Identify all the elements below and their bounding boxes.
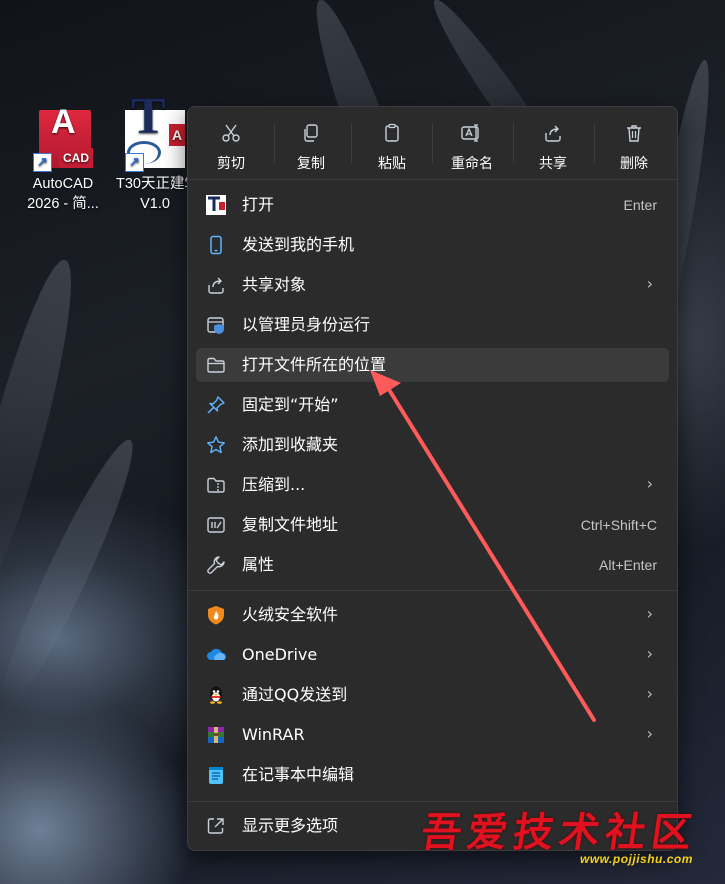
menu-divider: [188, 179, 677, 180]
rename-button[interactable]: 重命名: [435, 119, 509, 173]
menu-item-edit-in-notepad[interactable]: 在记事本中编辑: [196, 758, 669, 792]
toolbar-separator: [432, 123, 433, 163]
zip-folder-icon: [206, 475, 226, 495]
menu-item-huorong[interactable]: 火绒安全软件 ›: [196, 598, 669, 632]
copy-label: 复制: [297, 156, 325, 172]
t30-app-icon: TA ↗: [125, 91, 185, 172]
menu-item-run-as-admin[interactable]: 以管理员身份运行: [196, 308, 669, 342]
menu-item-label: 添加到收藏夹: [242, 435, 339, 454]
folder-icon: [206, 355, 226, 375]
autocad-app-icon: A CAD ↗: [33, 105, 93, 172]
menu-item-compress-to[interactable]: 压缩到... ›: [196, 468, 669, 502]
phone-icon: [206, 235, 226, 255]
watermark-url: www.pojjishu.com: [580, 852, 693, 866]
context-menu: 剪切 复制 粘贴 重命名 共享 删除 打开 Enter 发送到我的手机 共享对象…: [187, 106, 678, 851]
share-button[interactable]: 共享: [516, 119, 590, 173]
menu-item-label: 显示更多选项: [242, 816, 339, 835]
rename-label: 重命名: [451, 156, 493, 172]
share-label: 共享: [539, 156, 567, 172]
huorong-icon: [206, 605, 226, 625]
watermark-logo: 吾爱技术社区: [418, 809, 701, 856]
clipboard-icon: [355, 123, 429, 151]
cut-button[interactable]: 剪切: [194, 119, 268, 173]
menu-item-send-via-qq[interactable]: 通过QQ发送到 ›: [196, 678, 669, 712]
paste-label: 粘贴: [378, 156, 406, 172]
chevron-right-icon: ›: [646, 474, 653, 493]
menu-item-onedrive[interactable]: OneDrive ›: [196, 638, 669, 672]
paste-button[interactable]: 粘贴: [355, 119, 429, 173]
menu-item-label: OneDrive: [242, 645, 318, 664]
share-icon: [516, 123, 590, 151]
menu-item-label: 以管理员身份运行: [242, 315, 371, 334]
shield-window-icon: [206, 315, 226, 335]
shortcut-arrow-icon: ↗: [33, 153, 52, 172]
t30-app-icon: [206, 195, 226, 215]
copy-path-icon: [206, 515, 226, 535]
menu-item-label: 共享对象: [242, 275, 307, 294]
toolbar-separator: [513, 123, 514, 163]
delete-label: 删除: [620, 156, 648, 172]
menu-item-label: 在记事本中编辑: [242, 765, 355, 784]
menu-item-winrar[interactable]: WinRAR ›: [196, 718, 669, 752]
cloud-icon: [206, 645, 227, 665]
share-icon: [206, 275, 226, 295]
menu-item-label: 火绒安全软件: [242, 605, 339, 624]
copy-button[interactable]: 复制: [274, 119, 348, 173]
chevron-right-icon: ›: [646, 684, 653, 703]
menu-divider: [188, 590, 677, 591]
pin-icon: [206, 395, 226, 415]
menu-item-open[interactable]: 打开 Enter: [196, 188, 669, 222]
desktop-icon-label: T30天正建筑: [116, 176, 194, 192]
menu-item-copy-as-path[interactable]: 复制文件地址 Ctrl+Shift+C: [196, 508, 669, 542]
menu-item-label: 压缩到...: [242, 475, 306, 494]
chevron-right-icon: ›: [646, 274, 653, 293]
desktop-icon-autocad[interactable]: A CAD ↗ AutoCAD 2026 - 简...: [18, 105, 108, 214]
delete-button[interactable]: 删除: [597, 119, 671, 173]
toolbar-separator: [351, 123, 352, 163]
menu-item-label: 通过QQ发送到: [242, 685, 348, 704]
notepad-icon: [206, 765, 226, 785]
chevron-right-icon: ›: [646, 724, 653, 743]
shortcut-text: Enter: [623, 197, 657, 213]
wrench-icon: [206, 555, 226, 575]
menu-item-label: 复制文件地址: [242, 515, 339, 534]
menu-item-send-to-phone[interactable]: 发送到我的手机: [196, 228, 669, 262]
menu-item-label: 打开文件所在的位置: [242, 355, 387, 374]
menu-toolbar: 剪切 复制 粘贴 重命名 共享 删除: [188, 107, 677, 179]
shortcut-arrow-icon: ↗: [125, 153, 144, 172]
menu-item-add-to-favorites[interactable]: 添加到收藏夹: [196, 428, 669, 462]
external-icon: [206, 816, 226, 836]
desktop-icon-label: AutoCAD: [32, 176, 94, 192]
menu-item-label: 固定到“开始”: [242, 395, 339, 414]
cut-label: 剪切: [217, 156, 245, 172]
trash-icon: [597, 123, 671, 151]
menu-item-pin-to-start[interactable]: 固定到“开始”: [196, 388, 669, 422]
menu-item-properties[interactable]: 属性 Alt+Enter: [196, 548, 669, 582]
star-icon: [206, 435, 226, 455]
menu-item-open-file-location[interactable]: 打开文件所在的位置: [196, 348, 669, 382]
menu-item-label: 打开: [242, 195, 275, 214]
copy-icon: [274, 123, 348, 151]
menu-item-label: 发送到我的手机: [242, 235, 355, 254]
winrar-icon: [206, 725, 226, 745]
chevron-right-icon: ›: [646, 644, 653, 663]
menu-item-label: WinRAR: [242, 725, 305, 744]
chevron-right-icon: ›: [646, 604, 653, 623]
menu-item-share-with[interactable]: 共享对象 ›: [196, 268, 669, 302]
shortcut-text: Alt+Enter: [599, 557, 657, 573]
menu-item-label: 属性: [242, 555, 275, 574]
toolbar-separator: [594, 123, 595, 163]
desktop-icon-label: 2026 - 简...: [27, 196, 99, 212]
shortcut-text: Ctrl+Shift+C: [580, 517, 657, 533]
qq-penguin-icon: [206, 685, 226, 705]
rename-icon: [435, 123, 509, 151]
scissors-icon: [194, 123, 268, 151]
